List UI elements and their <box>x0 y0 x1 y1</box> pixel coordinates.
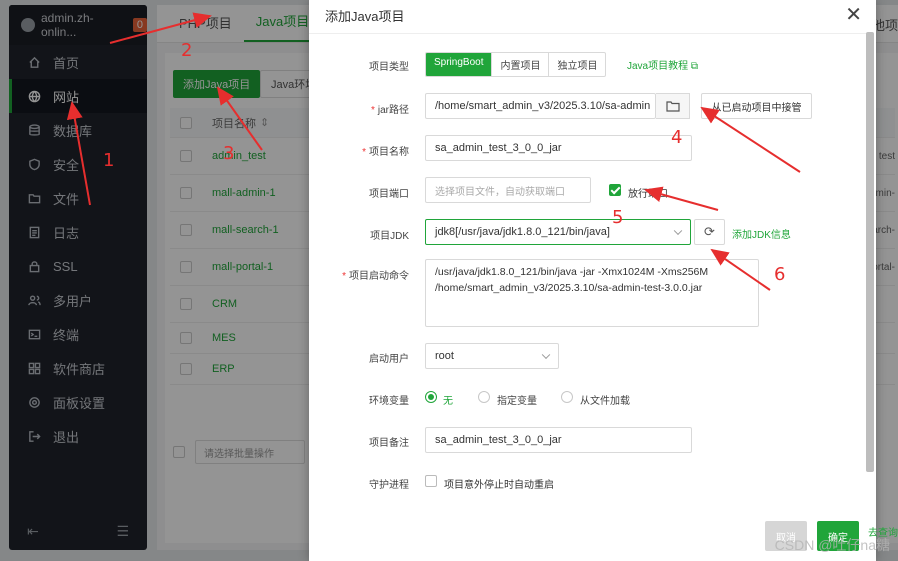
start-command-label: * 项目启动命令 <box>342 271 409 282</box>
annotation-number-3: 3 <box>223 143 235 164</box>
daemon-label: 守护进程 <box>369 480 409 491</box>
folder-icon <box>665 101 680 112</box>
type-option-springboot[interactable]: SpringBoot <box>426 53 493 76</box>
env-vars-label: 环境变量 <box>369 396 409 407</box>
start-command-line-1: /usr/java/jdk1.8.0_121/bin/java -jar -Xm… <box>435 266 709 278</box>
daemon-text: 项目意外停止时自动重启 <box>444 480 554 491</box>
project-type-selector: SpringBoot 内置项目 独立项目 <box>425 52 607 77</box>
annotation-number-4: 4 <box>671 127 683 148</box>
jar-path-input[interactable]: /home/smart_admin_v3/2025.3.10/sa-admin <box>425 93 656 119</box>
start-user-select[interactable]: root <box>425 343 559 369</box>
add-jdk-link[interactable]: 添加JDK信息 <box>732 226 791 241</box>
env-radio-specify-label: 指定变量 <box>497 396 537 407</box>
watermark: CSDN @吐仔na糖 <box>774 537 890 553</box>
start-user-value: root <box>435 350 454 362</box>
project-port-input[interactable]: 选择项目文件，自动获取端口 <box>425 177 591 203</box>
add-java-project-dialog: 添加Java项目 ✕ 项目类型 SpringBoot 内置项目 独立项目 Jav… <box>309 0 876 561</box>
start-user-label: 启动用户 <box>369 354 409 365</box>
env-radio-none-label: 无 <box>443 396 453 407</box>
remark-label: 项目备注 <box>369 438 409 449</box>
project-type-label: 项目类型 <box>369 62 409 73</box>
external-link-icon: ⧉ <box>690 61 699 72</box>
project-name-input[interactable]: sa_admin_test_3_0_0_jar <box>425 135 692 161</box>
refresh-icon: ⟳ <box>704 224 715 239</box>
start-command-textarea[interactable]: /usr/java/jdk1.8.0_121/bin/java -jar -Xm… <box>425 259 759 327</box>
env-radio-file-label: 从文件加载 <box>580 396 630 407</box>
release-port-label: 放行端口 <box>628 189 668 200</box>
takeover-button[interactable]: 从已启动项目中接管 <box>701 93 812 119</box>
env-radio-specify[interactable] <box>478 391 490 403</box>
folder-browse-button[interactable] <box>656 93 690 119</box>
close-icon[interactable]: ✕ <box>845 2 862 27</box>
env-radio-none[interactable] <box>425 391 437 403</box>
annotation-number-6: 6 <box>774 264 786 285</box>
env-radio-file[interactable] <box>561 391 573 403</box>
daemon-checkbox[interactable] <box>425 475 437 487</box>
chevron-down-icon <box>541 350 551 360</box>
start-command-line-2: /home/smart_admin_v3/2025.3.10/sa-admin-… <box>435 282 703 294</box>
jar-path-label: * jar路径 <box>370 105 409 116</box>
type-option-standalone[interactable]: 独立项目 <box>549 53 605 76</box>
annotation-number-1: 1 <box>103 150 115 171</box>
annotation-number-2: 2 <box>181 40 193 61</box>
annotation-number-5: 5 <box>612 207 624 228</box>
remark-input[interactable]: sa_admin_test_3_0_0_jar <box>425 427 692 453</box>
jdk-select[interactable]: jdk8[/usr/java/jdk1.8.0_121/bin/java] <box>425 219 691 245</box>
project-jdk-label: 项目JDK <box>370 231 409 242</box>
type-option-builtin[interactable]: 内置项目 <box>492 53 550 76</box>
project-name-label: * 项目名称 <box>362 147 409 158</box>
java-tutorial-link[interactable]: Java项目教程 ⧉ <box>627 57 698 72</box>
release-port-checkbox[interactable] <box>609 184 621 196</box>
project-port-label: 项目端口 <box>369 189 409 200</box>
dialog-title: 添加Java项目 <box>325 8 405 24</box>
jdk-selected-value: jdk8[/usr/java/jdk1.8.0_121/bin/java] <box>435 226 610 238</box>
chevron-down-icon <box>673 226 683 236</box>
dialog-scrollbar[interactable] <box>866 32 874 472</box>
refresh-jdk-button[interactable]: ⟳ <box>694 219 725 245</box>
